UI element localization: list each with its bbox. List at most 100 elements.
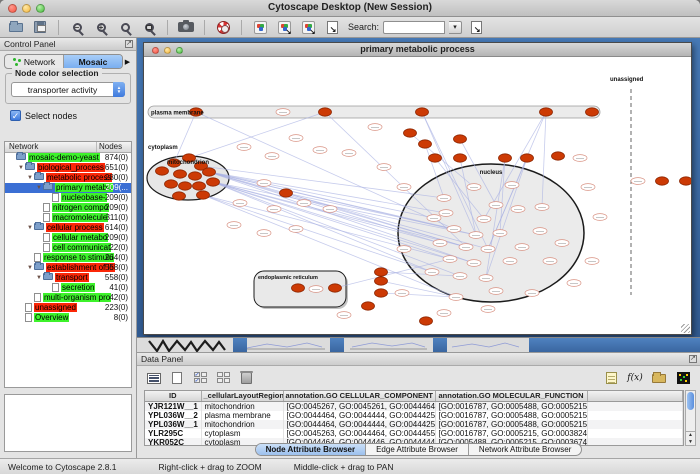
table-cell — [587, 420, 683, 429]
gene-node-outline — [467, 184, 481, 191]
tree-row[interactable]: mosaic-demo-yeast874(0) — [5, 153, 131, 163]
tree-row[interactable]: cell communicat22(0) — [5, 243, 131, 253]
gene-node — [165, 180, 178, 188]
birds-eye-view[interactable] — [4, 394, 132, 452]
tree-header-network[interactable]: Network — [5, 142, 97, 152]
float-panel-icon[interactable] — [689, 355, 697, 363]
gene-node-outline — [573, 155, 587, 162]
network-canvas[interactable]: plasma membranecytoplasmmitochondrionnuc… — [144, 57, 691, 334]
tree-row[interactable]: ▼establishment of lo558(0) — [5, 263, 131, 273]
attribute-table-button[interactable] — [145, 370, 163, 387]
function-builder-button[interactable]: f(x) — [626, 370, 644, 387]
gene-node-outline — [267, 206, 281, 213]
main-titlebar[interactable]: Cytoscape Desktop (New Session) — [0, 0, 700, 17]
table-cell: mitochondrion — [201, 420, 283, 429]
table-row[interactable]: YPL036W__2plasma membrane[GO:0044464, GO… — [145, 411, 683, 420]
select-attributes-button[interactable]: ✓✓ — [191, 370, 209, 387]
network-window-titlebar[interactable]: primary metabolic process — [144, 43, 691, 57]
copy-edge-attributes-button[interactable] — [298, 19, 318, 36]
tree-row[interactable]: nucleobase-209(0) — [5, 193, 131, 203]
tree-row[interactable]: macromolecule311(0) — [5, 213, 131, 223]
scrollbar-thumb[interactable] — [687, 392, 694, 410]
tree-row[interactable]: ▼transport558(0) — [5, 273, 131, 283]
gene-node-outline — [289, 135, 303, 142]
tree-row[interactable]: multi-organism pro42(0) — [5, 293, 131, 303]
column-header[interactable]: annotation.GO CELLULAR_COMPONENT — [283, 391, 435, 401]
copy-node-attributes-button[interactable] — [274, 19, 294, 36]
column-header[interactable]: annotation.GO MOLECULAR_FUNCTION — [435, 391, 587, 401]
import-annotation-button[interactable] — [322, 19, 342, 36]
table-row[interactable]: YJR121W__1mitochondrion[GO:0045267, GO:0… — [145, 401, 683, 411]
open-file-button[interactable] — [6, 19, 26, 36]
new-attribute-button[interactable] — [168, 370, 186, 387]
node-color-dropdown[interactable]: transporter activity ▲▼ — [11, 82, 125, 97]
gene-node — [375, 289, 388, 297]
background-windows-strip — [137, 337, 700, 352]
zoom-fit-button[interactable] — [115, 19, 135, 36]
column-header[interactable]: _cellularLayoutRegion — [201, 391, 283, 401]
resize-grip[interactable] — [681, 324, 690, 333]
tree-row[interactable]: cellular metabo209(0) — [5, 233, 131, 243]
group-label: Node color selection — [12, 68, 102, 78]
network-view-window[interactable]: primary metabolic process plasma membran… — [143, 42, 692, 335]
unselect-attributes-icon — [217, 372, 230, 384]
gene-node — [404, 129, 417, 137]
column-header[interactable]: ID — [145, 391, 201, 401]
tab-mosaic[interactable]: Mosaic — [64, 55, 122, 68]
tree-row[interactable]: unassigned223(0) — [5, 303, 131, 313]
float-panel-icon[interactable] — [125, 40, 133, 48]
more-tabs-button[interactable]: ▶ — [123, 54, 132, 69]
table-row[interactable]: YPL036W__1mitochondrion[GO:0044464, GO:0… — [145, 420, 683, 429]
search-options-icon — [471, 21, 482, 34]
tab-network-attribute-browser[interactable]: Network Attribute Browser — [469, 444, 581, 455]
tree-row[interactable]: ▼metabolic process280(0) — [5, 173, 131, 183]
tree-row[interactable]: Overview8(0) — [5, 313, 131, 323]
gene-node-outline — [368, 124, 382, 131]
table-scrollbar[interactable]: ▲▼ — [685, 390, 696, 446]
create-network-button[interactable] — [250, 19, 270, 36]
search-dropdown-button[interactable]: ▾ — [449, 21, 462, 34]
gene-node-outline — [525, 290, 539, 297]
notepad-button[interactable] — [602, 370, 620, 387]
zoom-selected-button[interactable] — [139, 19, 159, 36]
save-session-button[interactable] — [30, 19, 50, 36]
zoom-in-button[interactable]: + — [91, 19, 111, 36]
window-title: Cytoscape Desktop (New Session) — [0, 2, 700, 13]
tab-edge-attribute-browser[interactable]: Edge Attribute Browser — [366, 444, 469, 455]
table-row[interactable]: YLR295Ccytoplasm[GO:0045263, GO:0044464,… — [145, 429, 683, 438]
search-options-button[interactable] — [466, 19, 486, 36]
network-graph[interactable]: plasma membranecytoplasmmitochondrionnuc… — [144, 57, 691, 334]
delete-attribute-button[interactable] — [237, 370, 255, 387]
trash-icon — [241, 372, 252, 384]
tree-row[interactable]: secretion41(0) — [5, 283, 131, 293]
gene-node-outline — [342, 150, 356, 157]
gene-node — [540, 108, 553, 116]
tree-row[interactable]: ▼primary metabo209(... — [5, 183, 131, 193]
tab-node-attribute-browser[interactable]: Node Attribute Browser — [256, 444, 367, 455]
toolbar-separator — [167, 20, 168, 35]
column-header[interactable] — [587, 391, 683, 401]
snapshot-button[interactable] — [176, 19, 196, 36]
tree-row[interactable]: ▼cellular process614(0) — [5, 223, 131, 233]
search-input[interactable] — [383, 21, 445, 34]
gene-node-outline — [233, 200, 247, 207]
help-button[interactable] — [213, 19, 233, 36]
tree-row[interactable]: ▼biological_process651(0) — [5, 163, 131, 173]
attribute-matrix-button[interactable] — [674, 370, 692, 387]
unselect-attributes-button[interactable] — [214, 370, 232, 387]
table-cell: [GO:0016787, GO:0005488, GO:0005215, G..… — [435, 411, 587, 420]
tree-row[interactable]: nitrogen compo209(0) — [5, 203, 131, 213]
table-cell: [GO:0045263, GO:0044464, GO:0044455, G..… — [283, 429, 435, 438]
gene-node-outline — [543, 258, 557, 265]
tree-header-nodes[interactable]: Nodes — [97, 142, 131, 152]
table-cell: [GO:0044464, GO:0044444, GO:0044425, G..… — [283, 411, 435, 420]
select-nodes-checkbox[interactable]: ✓ — [10, 110, 21, 121]
copy-node-attributes-icon — [278, 21, 291, 34]
tree-row[interactable]: response to stimulu264(0) — [5, 253, 131, 263]
mitochondrion-label: mitochondrion — [167, 160, 209, 166]
tab-network[interactable]: Network — [5, 55, 64, 68]
zoom-out-button[interactable]: – — [67, 19, 87, 36]
import-attributes-button[interactable] — [650, 370, 668, 387]
attribute-table[interactable]: ID_cellularLayoutRegionannotation.GO CEL… — [144, 390, 684, 446]
tree-row-label: macromolecule — [52, 213, 108, 222]
